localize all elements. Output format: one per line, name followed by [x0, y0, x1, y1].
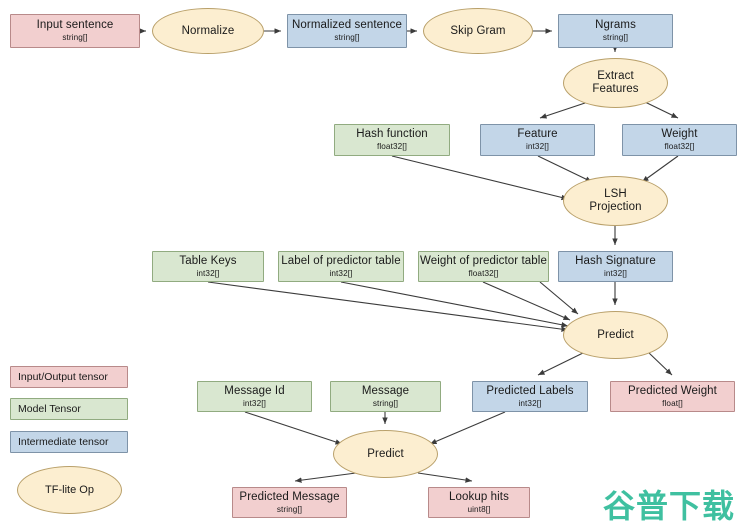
- node-hash_function[interactable]: Hash function float32[]: [334, 124, 450, 156]
- node-message_id[interactable]: Message Id int32[]: [197, 381, 312, 412]
- node-normalized_sentence[interactable]: Normalized sentence string[]: [287, 14, 407, 48]
- edge-weight-to-lsh_projection: [641, 155, 679, 183]
- node-predicted_message[interactable]: Predicted Message string[]: [232, 487, 347, 518]
- node-predicted_labels[interactable]: Predicted Labels int32[]: [472, 381, 588, 412]
- edge-weight_predictor-to-predict_upper: [482, 281, 571, 321]
- watermark: 谷普下载: [602, 487, 735, 525]
- node-label: Predicted Message: [239, 490, 340, 503]
- legend-label: Model Tensor: [18, 403, 81, 415]
- node-label: Message: [361, 384, 410, 397]
- node-lsh_projection[interactable]: LSH Projection: [563, 176, 668, 226]
- node-label: Skip Gram: [450, 24, 506, 37]
- node-label: Normalized sentence: [292, 19, 402, 32]
- node-label: Predict: [597, 328, 634, 341]
- node-label: Extract Features: [592, 70, 639, 95]
- legend-label: Input/Output tensor: [18, 371, 108, 383]
- node-label: Hash function: [356, 128, 428, 141]
- legend-label: Intermediate tensor: [18, 436, 109, 448]
- node-dtype: float32[]: [376, 142, 408, 152]
- node-dtype: string[]: [276, 504, 303, 514]
- node-dtype: string[]: [62, 33, 88, 43]
- node-input_sentence[interactable]: Input sentence string[]: [10, 14, 140, 48]
- edge-label_predictor-to-predict_upper: [340, 281, 569, 328]
- node-label: Weight of predictor table: [420, 254, 547, 267]
- node-dtype: int32[]: [603, 268, 627, 278]
- legend-io: Input/Output tensor: [10, 366, 128, 388]
- node-label_predictor[interactable]: Label of predictor table int32[]: [278, 251, 404, 282]
- node-label: LSH Projection: [589, 188, 642, 213]
- node-dtype: float32[]: [468, 268, 499, 278]
- node-label: Predicted Labels: [486, 384, 574, 397]
- legend-inter: Intermediate tensor: [10, 431, 128, 453]
- edge-hash_function-to-lsh_projection: [391, 155, 569, 201]
- node-predict_upper[interactable]: Predict: [563, 311, 668, 359]
- node-label: Predicted Weight: [628, 384, 717, 397]
- node-dtype: int32[]: [196, 268, 220, 278]
- edge-predict_lower-to-lookup_hits: [417, 472, 473, 483]
- node-ngrams[interactable]: Ngrams string[]: [558, 14, 673, 48]
- edge-feature-to-lsh_projection: [537, 155, 593, 183]
- node-label: Lookup hits: [449, 490, 509, 503]
- edge-message_id-to-predict_lower: [244, 411, 343, 445]
- node-normalize[interactable]: Normalize: [152, 8, 264, 54]
- legend-label: TF-lite Op: [45, 484, 94, 496]
- node-label: Input sentence: [36, 19, 114, 32]
- node-dtype: float[]: [662, 398, 683, 408]
- edge-predict_upper-to-predicted_weight: [647, 351, 673, 376]
- legend-model: Model Tensor: [10, 398, 128, 420]
- node-label: Weight: [661, 128, 698, 141]
- node-dtype: int32[]: [518, 398, 542, 408]
- node-dtype: string[]: [334, 33, 360, 43]
- legend-op: TF-lite Op: [17, 466, 122, 514]
- node-dtype: uint8[]: [467, 504, 491, 514]
- node-label: Feature: [517, 128, 558, 141]
- node-label: Table Keys: [179, 254, 237, 267]
- node-dtype: float32[]: [664, 142, 695, 152]
- node-dtype: string[]: [372, 398, 399, 408]
- node-label: Predict: [367, 447, 404, 460]
- node-lookup_hits[interactable]: Lookup hits uint8[]: [428, 487, 530, 518]
- node-dtype: int32[]: [242, 398, 266, 408]
- node-skip_gram[interactable]: Skip Gram: [423, 8, 533, 54]
- node-table_keys[interactable]: Table Keys int32[]: [152, 251, 264, 282]
- edge-predict_upper-to-predicted_labels: [537, 351, 586, 376]
- edge-predicted_labels-to-predict_lower: [429, 411, 506, 445]
- node-dtype: int32[]: [525, 142, 549, 152]
- node-label: Normalize: [181, 24, 235, 37]
- node-extract_features[interactable]: Extract Features: [563, 58, 668, 108]
- edge-table_keys-to-predict_upper: [207, 281, 569, 332]
- node-label: Message Id: [224, 384, 285, 397]
- edge-extract_features-to-feature: [539, 101, 589, 119]
- node-hash_signature[interactable]: Hash Signature int32[]: [558, 251, 673, 282]
- node-feature[interactable]: Feature int32[]: [480, 124, 595, 156]
- edge-predict_lower-to-predicted_message: [294, 472, 357, 483]
- edge-extract_features-to-weight: [644, 101, 679, 119]
- diagram-canvas: Input sentence string[] Normalize Normalize…: [0, 0, 740, 528]
- node-dtype: string[]: [602, 33, 629, 43]
- node-predicted_weight[interactable]: Predicted Weight float[]: [610, 381, 735, 412]
- node-dtype: int32[]: [329, 268, 353, 278]
- edge-weight_predictor-to-predict_upper_b: [539, 281, 579, 315]
- node-label: Hash Signature: [575, 254, 656, 267]
- node-label: Label of predictor table: [281, 254, 401, 267]
- node-message[interactable]: Message string[]: [330, 381, 441, 412]
- node-weight_predictor[interactable]: Weight of predictor table float32[]: [418, 251, 549, 282]
- node-predict_lower[interactable]: Predict: [333, 430, 438, 478]
- node-weight[interactable]: Weight float32[]: [622, 124, 737, 156]
- node-label: Ngrams: [595, 19, 636, 32]
